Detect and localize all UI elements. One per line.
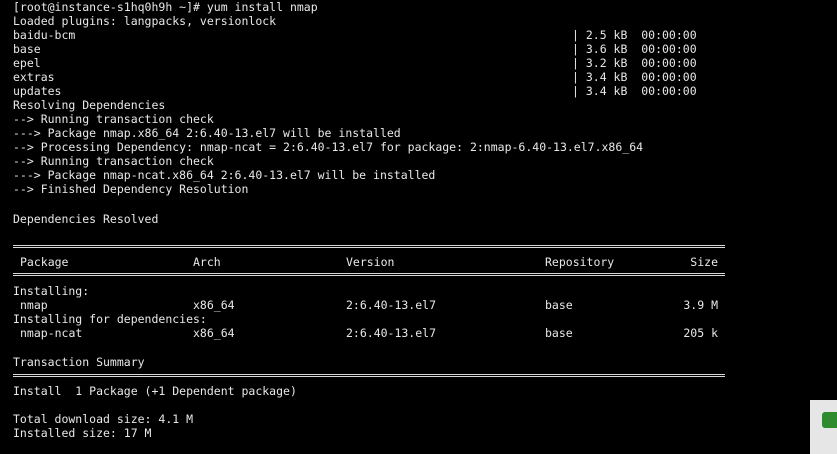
repo-name: epel	[13, 56, 41, 70]
installing-label: Installing:	[13, 284, 90, 298]
repo-name: updates	[13, 84, 62, 98]
summary-install-line: Install 1 Package (+1 Dependent package)	[13, 384, 297, 398]
deps-resolved-line: Dependencies Resolved	[13, 212, 159, 226]
table-row: nmap-ncat x86_64 2:6.40-13.el7 base 205 …	[13, 326, 725, 340]
repo-size: | 3.2 kB 00:00:00	[572, 56, 697, 70]
cell-version: 2:6.40-13.el7	[346, 298, 437, 312]
table-separator	[13, 273, 725, 276]
cell-package: nmap-ncat	[20, 326, 83, 340]
cell-arch: x86_64	[193, 298, 235, 312]
summary-installed-size: Installed size: 17 M	[13, 426, 152, 440]
resolve-line: --> Running transaction check	[13, 154, 214, 168]
cell-package: nmap	[20, 298, 48, 312]
resolve-line: --> Running transaction check	[13, 112, 214, 126]
repo-line: baidu-bcm | 2.5 kB 00:00:00	[13, 28, 713, 42]
summary-title: Transaction Summary	[13, 355, 145, 369]
repo-size: | 2.5 kB 00:00:00	[572, 28, 697, 42]
repo-size: | 3.4 kB 00:00:00	[572, 70, 697, 84]
cell-arch: x86_64	[193, 326, 235, 340]
repo-name: extras	[13, 70, 55, 84]
header-package: Package	[20, 255, 69, 269]
cell-repository: base	[545, 326, 573, 340]
repo-line: updates | 3.4 kB 00:00:00	[13, 84, 713, 98]
repo-size: | 3.4 kB 00:00:00	[572, 84, 697, 98]
header-size: Size	[690, 255, 718, 269]
cell-version: 2:6.40-13.el7	[346, 326, 437, 340]
terminal-window[interactable]: [root@instance-s1hq0h9h ~]# yum install …	[0, 0, 837, 454]
table-separator	[13, 245, 725, 248]
repo-size: | 3.6 kB 00:00:00	[572, 42, 697, 56]
repo-name: baidu-bcm	[13, 28, 76, 42]
resolve-line: ---> Package nmap-ncat.x86_64 2:6.40-13.…	[13, 168, 436, 182]
plugins-line: Loaded plugins: langpacks, versionlock	[13, 14, 277, 28]
table-row: nmap x86_64 2:6.40-13.el7 base 3.9 M	[13, 298, 725, 312]
repo-name: base	[13, 42, 41, 56]
cell-repository: base	[545, 298, 573, 312]
table-separator	[13, 374, 725, 377]
resolve-line: Resolving Dependencies	[13, 98, 166, 112]
header-repository: Repository	[545, 255, 615, 269]
resolve-line: ---> Package nmap.x86_64 2:6.40-13.el7 w…	[13, 126, 401, 140]
scroll-widget[interactable]	[822, 412, 837, 428]
resolve-line: --> Finished Dependency Resolution	[13, 182, 249, 196]
cell-size: 3.9 M	[683, 298, 718, 312]
repo-line: base | 3.6 kB 00:00:00	[13, 42, 713, 56]
header-arch: Arch	[193, 255, 221, 269]
header-version: Version	[346, 255, 395, 269]
table-header: Package Arch Version Repository Size	[13, 255, 725, 269]
resolve-line: --> Processing Dependency: nmap-ncat = 2…	[13, 140, 644, 154]
deps-label: Installing for dependencies:	[13, 312, 207, 326]
cell-size: 205 k	[683, 326, 718, 340]
repo-line: epel | 3.2 kB 00:00:00	[13, 56, 713, 70]
summary-download-size: Total download size: 4.1 M	[13, 412, 194, 426]
repo-line: extras | 3.4 kB 00:00:00	[13, 70, 713, 84]
prompt-line: [root@instance-s1hq0h9h ~]# yum install …	[13, 0, 318, 14]
